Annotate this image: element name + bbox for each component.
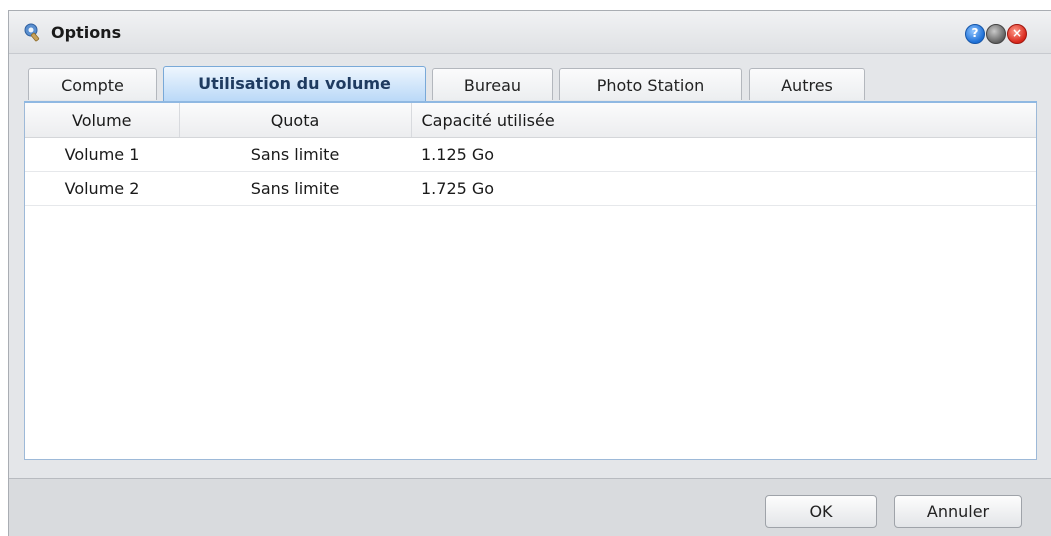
dialog-footer: OK Annuler (9, 478, 1051, 536)
cell-used-capacity: 1.725 Go (411, 171, 1036, 206)
tab-autres[interactable]: Autres (749, 68, 865, 100)
ok-button[interactable]: OK (765, 495, 877, 528)
options-dialog: Options ? × Compte Utilisation du volume… (8, 10, 1051, 536)
cell-quota: Sans limite (179, 137, 411, 172)
window-title: Options (51, 23, 122, 42)
column-header-used-capacity[interactable]: Capacité utilisée (411, 103, 1036, 138)
column-header-volume[interactable]: Volume (25, 103, 180, 138)
options-wrench-icon (24, 23, 40, 42)
tab-photo-station[interactable]: Photo Station (559, 68, 742, 100)
volume-usage-panel: Volume Quota Capacité utilisée Volume 1 … (24, 103, 1037, 460)
title-bar[interactable]: Options ? × (9, 11, 1051, 54)
cell-used-capacity: 1.125 Go (411, 137, 1036, 172)
volume-usage-table: Volume Quota Capacité utilisée Volume 1 … (25, 103, 1036, 206)
table-row[interactable]: Volume 1 Sans limite 1.125 Go (25, 137, 1036, 172)
cell-volume: Volume 2 (25, 171, 179, 206)
column-header-quota[interactable]: Quota (179, 103, 412, 138)
tab-compte[interactable]: Compte (28, 68, 157, 100)
tab-strip: Compte Utilisation du volume Bureau Phot… (9, 54, 1051, 102)
cell-quota: Sans limite (179, 171, 411, 206)
tab-bureau[interactable]: Bureau (432, 68, 553, 100)
close-button[interactable]: × (1007, 24, 1027, 44)
tab-utilisation-du-volume[interactable]: Utilisation du volume (163, 66, 426, 102)
cancel-button[interactable]: Annuler (894, 495, 1022, 528)
minimize-button[interactable] (986, 24, 1006, 44)
table-header-row: Volume Quota Capacité utilisée (25, 103, 1036, 138)
table-row[interactable]: Volume 2 Sans limite 1.725 Go (25, 171, 1036, 206)
cell-volume: Volume 1 (25, 137, 179, 172)
help-button[interactable]: ? (965, 24, 985, 44)
